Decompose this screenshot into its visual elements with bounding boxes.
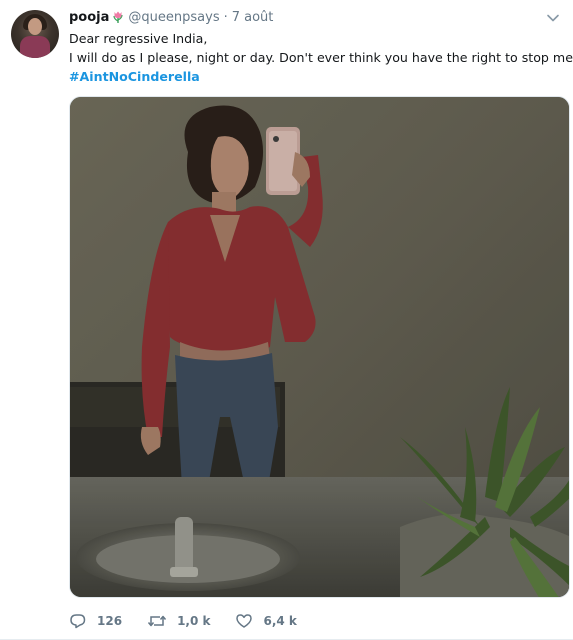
tweet-text-line: Dear regressive India,: [69, 31, 208, 46]
reply-count: 126: [97, 614, 123, 628]
retweet-count: 1,0 k: [177, 614, 211, 628]
photo-image: [70, 97, 569, 597]
retweet-icon: [147, 615, 167, 627]
author-handle[interactable]: @queenpsays: [128, 10, 219, 25]
like-count: 6,4 k: [263, 614, 297, 628]
author-name[interactable]: pooja: [69, 10, 109, 25]
tweet-photo[interactable]: [69, 96, 570, 598]
heart-icon: [236, 614, 253, 628]
like-button[interactable]: 6,4 k: [235, 613, 297, 629]
tweet-date[interactable]: 7 août: [232, 10, 274, 25]
reply-button[interactable]: 126: [69, 613, 122, 629]
retweet-button[interactable]: 1,0 k: [147, 613, 210, 629]
hashtag-link[interactable]: #AintNoCinderella: [69, 67, 564, 86]
chevron-down-icon[interactable]: [546, 10, 560, 24]
tweet-text: Dear regressive India, I will do as I pl…: [69, 29, 573, 86]
header-separator: ·: [223, 9, 228, 25]
author-avatar[interactable]: [11, 10, 59, 58]
reply-icon: [70, 614, 86, 629]
tulip-icon: [111, 10, 125, 24]
tweet-header: pooja @queenpsays · 7 août: [69, 8, 273, 26]
tweet-actions: 126 1,0 k 6,4 k: [69, 612, 322, 630]
tweet-text-line: I will do as I please, night or day. Don…: [69, 50, 573, 65]
tweet[interactable]: pooja @queenpsays · 7 août Dear regressi…: [0, 0, 573, 640]
